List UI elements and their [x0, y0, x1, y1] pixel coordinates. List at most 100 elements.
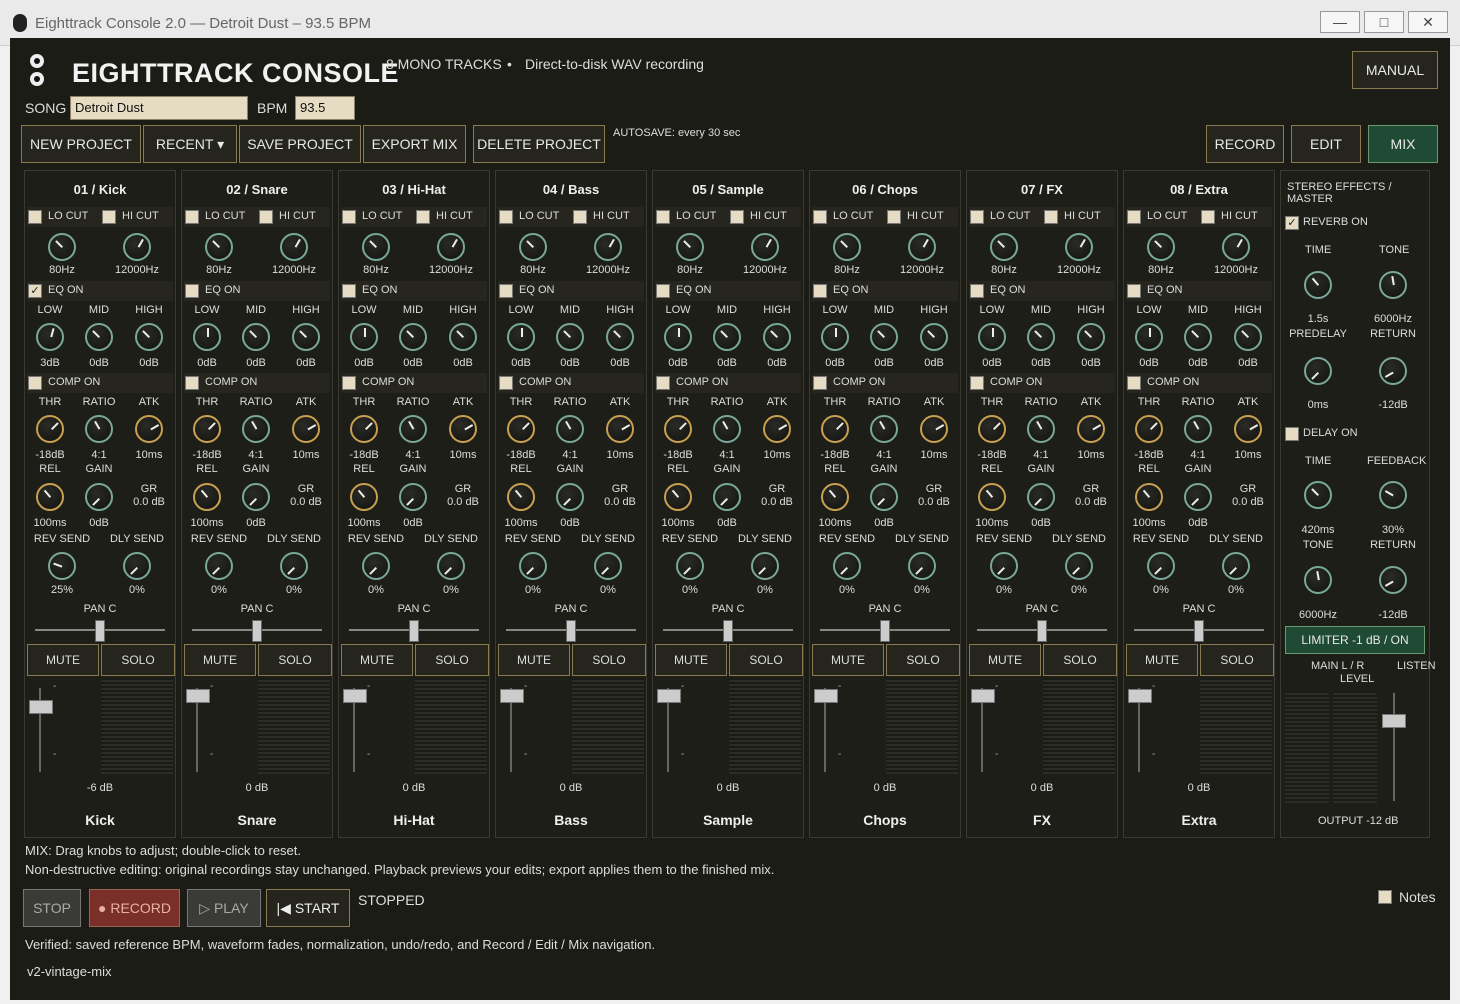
lo-cut-knob[interactable] [519, 233, 547, 261]
hi-cut-checkbox[interactable] [1201, 210, 1215, 224]
eq-low-knob[interactable] [664, 323, 692, 351]
thr-knob[interactable] [821, 415, 849, 443]
atk-knob[interactable] [1077, 415, 1105, 443]
record-mode-button[interactable]: RECORD [1206, 125, 1284, 163]
eq-mid-knob[interactable] [1027, 323, 1055, 351]
new-project-button[interactable]: NEW PROJECT [21, 125, 141, 163]
eq-on-checkbox[interactable] [1127, 284, 1141, 298]
master-fader-track[interactable] [1393, 693, 1395, 801]
hi-cut-checkbox[interactable] [1044, 210, 1058, 224]
gain-knob[interactable] [556, 483, 584, 511]
dly-send-knob[interactable] [1065, 552, 1093, 580]
eq-on-checkbox[interactable] [970, 284, 984, 298]
gain-knob[interactable] [85, 483, 113, 511]
pan-slider-handle[interactable] [252, 620, 262, 642]
rel-knob[interactable] [350, 483, 378, 511]
dly-send-knob[interactable] [437, 552, 465, 580]
solo-button[interactable]: SOLO [729, 644, 803, 676]
predelay-knob[interactable] [1304, 357, 1332, 385]
reverb-on-checkbox[interactable]: ✓ [1285, 216, 1299, 230]
recent-button[interactable]: RECENT ▾ [143, 125, 237, 163]
fader-cap[interactable] [500, 689, 524, 703]
lo-cut-checkbox[interactable] [499, 210, 513, 224]
dly-send-knob[interactable] [908, 552, 936, 580]
mute-button[interactable]: MUTE [184, 644, 256, 676]
hi-cut-knob[interactable] [751, 233, 779, 261]
dly-send-knob[interactable] [1222, 552, 1250, 580]
eq-low-knob[interactable] [978, 323, 1006, 351]
thr-knob[interactable] [507, 415, 535, 443]
fader-cap[interactable] [186, 689, 210, 703]
atk-knob[interactable] [606, 415, 634, 443]
mute-button[interactable]: MUTE [27, 644, 99, 676]
eq-mid-knob[interactable] [556, 323, 584, 351]
rev-return-knob[interactable] [1379, 357, 1407, 385]
bpm-input[interactable]: 93.5 [295, 96, 355, 120]
eq-high-knob[interactable] [1077, 323, 1105, 351]
ratio-knob[interactable] [713, 415, 741, 443]
eq-mid-knob[interactable] [85, 323, 113, 351]
rel-knob[interactable] [507, 483, 535, 511]
eq-low-knob[interactable] [36, 323, 64, 351]
mix-mode-button[interactable]: MIX [1368, 125, 1438, 163]
lo-cut-checkbox[interactable] [185, 210, 199, 224]
thr-knob[interactable] [36, 415, 64, 443]
hi-cut-knob[interactable] [1065, 233, 1093, 261]
lo-cut-checkbox[interactable] [656, 210, 670, 224]
pan-slider-handle[interactable] [566, 620, 576, 642]
rev-send-knob[interactable] [205, 552, 233, 580]
stop-button[interactable]: STOP [23, 889, 81, 927]
eq-on-checkbox[interactable]: ✓ [28, 284, 42, 298]
gain-knob[interactable] [1184, 483, 1212, 511]
atk-knob[interactable] [292, 415, 320, 443]
eq-mid-knob[interactable] [399, 323, 427, 351]
maximize-button[interactable]: □ [1364, 11, 1404, 33]
eq-high-knob[interactable] [763, 323, 791, 351]
comp-on-checkbox[interactable] [656, 376, 670, 390]
rev-send-knob[interactable] [833, 552, 861, 580]
solo-button[interactable]: SOLO [258, 644, 332, 676]
ratio-knob[interactable] [1184, 415, 1212, 443]
pan-slider-handle[interactable] [1037, 620, 1047, 642]
eq-high-knob[interactable] [292, 323, 320, 351]
eq-on-checkbox[interactable] [342, 284, 356, 298]
hi-cut-checkbox[interactable] [887, 210, 901, 224]
comp-on-checkbox[interactable] [1127, 376, 1141, 390]
fader-cap[interactable] [1128, 689, 1152, 703]
atk-knob[interactable] [1234, 415, 1262, 443]
ratio-knob[interactable] [242, 415, 270, 443]
atk-knob[interactable] [449, 415, 477, 443]
solo-button[interactable]: SOLO [1200, 644, 1274, 676]
limiter-button[interactable]: LIMITER -1 dB / ON [1285, 626, 1425, 654]
gain-knob[interactable] [1027, 483, 1055, 511]
fader-cap[interactable] [657, 689, 681, 703]
lo-cut-knob[interactable] [48, 233, 76, 261]
pan-slider-handle[interactable] [880, 620, 890, 642]
mute-button[interactable]: MUTE [812, 644, 884, 676]
pan-slider-handle[interactable] [723, 620, 733, 642]
master-fader-cap[interactable] [1382, 714, 1406, 728]
rev-send-knob[interactable] [48, 552, 76, 580]
eq-low-knob[interactable] [507, 323, 535, 351]
fader-cap[interactable] [814, 689, 838, 703]
hi-cut-checkbox[interactable] [416, 210, 430, 224]
rel-knob[interactable] [36, 483, 64, 511]
gain-knob[interactable] [242, 483, 270, 511]
ratio-knob[interactable] [556, 415, 584, 443]
eq-mid-knob[interactable] [242, 323, 270, 351]
mute-button[interactable]: MUTE [1126, 644, 1198, 676]
mute-button[interactable]: MUTE [655, 644, 727, 676]
eq-high-knob[interactable] [449, 323, 477, 351]
hi-cut-knob[interactable] [1222, 233, 1250, 261]
comp-on-checkbox[interactable] [813, 376, 827, 390]
solo-button[interactable]: SOLO [572, 644, 646, 676]
thr-knob[interactable] [664, 415, 692, 443]
eq-on-checkbox[interactable] [185, 284, 199, 298]
atk-knob[interactable] [135, 415, 163, 443]
solo-button[interactable]: SOLO [1043, 644, 1117, 676]
lo-cut-knob[interactable] [676, 233, 704, 261]
export-mix-button[interactable]: EXPORT MIX [363, 125, 466, 163]
rev-send-knob[interactable] [362, 552, 390, 580]
hi-cut-checkbox[interactable] [573, 210, 587, 224]
dly-send-knob[interactable] [123, 552, 151, 580]
